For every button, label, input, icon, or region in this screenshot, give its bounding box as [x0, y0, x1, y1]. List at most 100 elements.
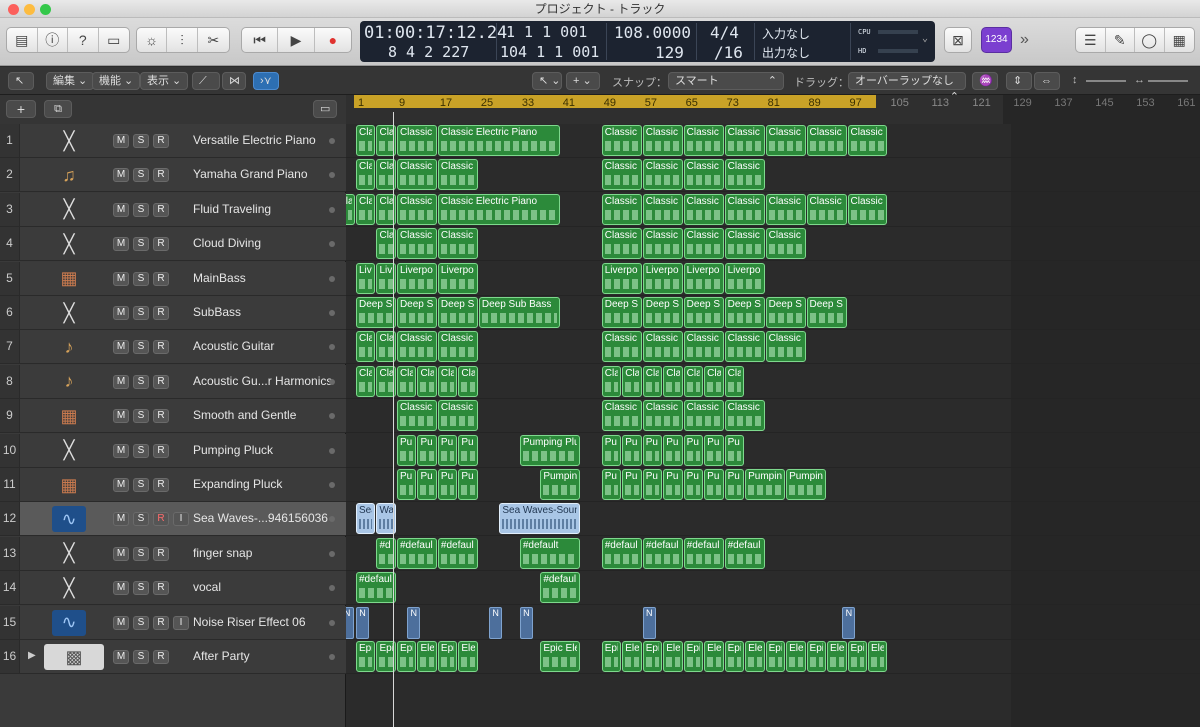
midi-region[interactable]: Cla [396, 365, 417, 397]
record-enable-button[interactable]: R [153, 237, 169, 252]
track-lane[interactable] [346, 606, 1200, 640]
track-header[interactable]: 15 ∿ M S R I Noise Riser Effect 06 [0, 605, 346, 640]
midi-region[interactable]: Classic [642, 331, 683, 363]
solo-button[interactable]: S [133, 512, 149, 527]
mute-button[interactable]: M [113, 581, 129, 596]
track-header[interactable]: 7 ♪ M S R Acoustic Guitar [0, 330, 346, 365]
zoom-window-button[interactable] [40, 4, 51, 15]
solo-button[interactable]: S [133, 478, 149, 492]
arrange-area[interactable]: Cla Cla Classic Classic Electric Piano Class… [346, 124, 1200, 727]
mute-button[interactable]: M [113, 650, 129, 664]
loop-browser-icon[interactable]: ◯ [1135, 28, 1165, 52]
midi-region[interactable]: Deep S [601, 297, 642, 328]
midi-region[interactable]: Cla [346, 193, 355, 225]
midi-region[interactable]: Classic [683, 159, 724, 191]
noise-riser-region[interactable]: N [842, 606, 856, 639]
midi-region[interactable]: Classic [437, 400, 478, 432]
midi-region[interactable]: Pu [417, 469, 437, 500]
midi-region[interactable]: Cla [356, 159, 376, 191]
snap-select[interactable]: スマート ⌃ [668, 72, 784, 90]
midi-region[interactable]: #defaul [356, 572, 396, 604]
midi-region[interactable]: Classic [683, 193, 724, 225]
solo-button[interactable]: S [133, 237, 149, 252]
solo-button[interactable]: S [133, 409, 149, 424]
midi-region[interactable]: Pu [396, 434, 417, 466]
midi-region[interactable]: Classic [437, 228, 478, 260]
solo-button[interactable]: S [133, 134, 149, 148]
mute-button[interactable]: M [113, 443, 129, 458]
library-icon[interactable]: ▤ [7, 28, 38, 52]
midi-region[interactable]: Classic [724, 193, 765, 225]
midi-region[interactable]: Pu [601, 469, 622, 500]
midi-region[interactable]: Classic [683, 125, 724, 156]
midi-region[interactable]: Pumpin [786, 469, 827, 500]
midi-region[interactable]: Pu [724, 469, 745, 500]
mute-button[interactable]: M [113, 478, 129, 492]
record-enable-button[interactable]: R [153, 271, 169, 286]
midi-region[interactable]: Liverpo [724, 262, 765, 294]
midi-region[interactable]: Epic [601, 641, 622, 672]
midi-region[interactable]: Classic [396, 159, 437, 191]
solo-button[interactable]: S [133, 340, 149, 355]
midi-region[interactable]: Classic [601, 193, 642, 225]
mute-button[interactable]: M [113, 168, 129, 183]
solo-button[interactable]: S [133, 615, 149, 630]
midi-region[interactable]: #defaul [601, 537, 642, 569]
midi-region[interactable]: Pu [663, 469, 683, 500]
mute-button[interactable]: M [113, 546, 129, 561]
midi-region[interactable]: Ele [827, 641, 847, 672]
midi-region[interactable]: Pu [437, 434, 458, 466]
disclosure-triangle-icon[interactable]: ▶ [28, 650, 36, 661]
record-enable-button[interactable]: R [153, 615, 169, 630]
midi-region[interactable]: Deep Sub Bass [478, 297, 560, 328]
midi-region[interactable]: Cla [683, 365, 704, 397]
record-enable-button[interactable]: R [153, 443, 169, 458]
midi-region[interactable]: Classic [601, 331, 642, 363]
play-icon[interactable]: ▶ [278, 28, 315, 52]
midi-region[interactable]: Cla [356, 125, 376, 156]
view-menu[interactable]: 表示 ⌄ [140, 72, 189, 90]
midi-region[interactable]: Cla [663, 365, 683, 397]
noise-riser-region[interactable]: N [407, 606, 421, 639]
midi-region[interactable]: Pu [642, 434, 663, 466]
list-editors-icon[interactable]: ☰ [1076, 28, 1106, 52]
vertical-fit-icon[interactable]: ⇕ [1006, 72, 1032, 90]
midi-region[interactable]: Liverpo [437, 262, 478, 294]
midi-region[interactable]: Deep S [683, 297, 724, 328]
flex-icon[interactable]: ⋈ [222, 72, 246, 90]
toolbar-icon[interactable]: ▭ [99, 28, 129, 52]
waveform-zoom-icon[interactable]: ♒ [972, 72, 998, 90]
horizontal-fit-icon[interactable]: ⇔ [1034, 72, 1060, 90]
midi-region[interactable]: Ele [458, 641, 478, 672]
track-lane[interactable] [346, 571, 1200, 606]
midi-region[interactable]: Pumpin [745, 469, 786, 500]
midi-region[interactable]: Pu [458, 469, 478, 500]
midi-region[interactable]: Epic Ele [540, 641, 581, 672]
solo-button[interactable]: S [133, 443, 149, 458]
midi-region[interactable]: Cla [356, 193, 376, 225]
midi-region[interactable]: Epic [806, 641, 827, 672]
midi-region[interactable]: Epi [356, 641, 376, 672]
midi-region[interactable]: Cla [601, 365, 622, 397]
midi-region[interactable]: Classic [724, 331, 765, 363]
midi-region[interactable]: Cla [356, 331, 376, 363]
midi-region[interactable]: #defaul [437, 537, 478, 569]
solo-button[interactable]: S [133, 581, 149, 596]
count-in-button[interactable]: 1234 [981, 27, 1012, 53]
record-enable-button[interactable]: R [153, 581, 169, 596]
mute-button[interactable]: M [113, 271, 129, 286]
midi-region[interactable]: Pumpin [540, 469, 581, 500]
midi-region[interactable]: Cla [704, 365, 724, 397]
midi-region[interactable]: Epic [765, 641, 786, 672]
midi-region[interactable]: Classic [806, 125, 847, 156]
track-header[interactable]: 3 ╳ M S R Fluid Traveling [0, 192, 346, 227]
midi-region[interactable]: Classic [396, 193, 437, 225]
midi-region[interactable]: Pu [601, 434, 622, 466]
track-header[interactable]: 10 ╳ M S R Pumping Pluck [0, 433, 346, 468]
midi-region[interactable]: #default [519, 537, 581, 569]
midi-region[interactable]: Classic [765, 228, 806, 260]
notepad-icon[interactable]: ✎ [1106, 28, 1135, 52]
noise-riser-region[interactable]: N [519, 606, 533, 639]
input-monitor-button[interactable]: I [173, 512, 189, 527]
midi-region[interactable]: Pu [437, 469, 458, 500]
